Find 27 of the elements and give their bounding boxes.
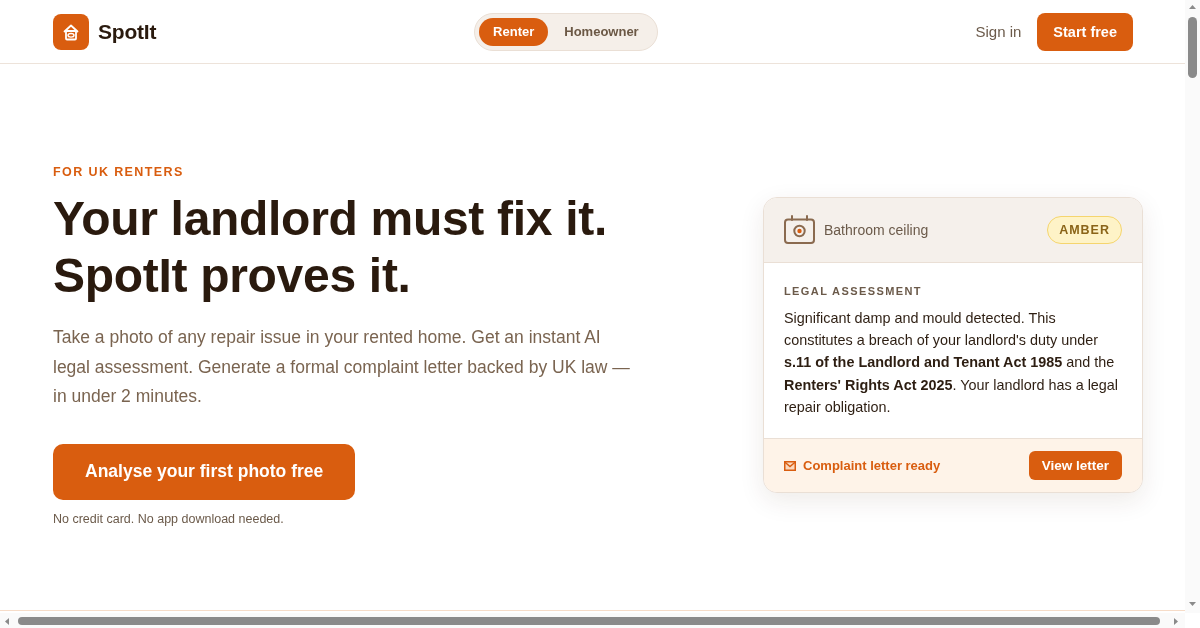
start-free-button[interactable]: Start free	[1037, 12, 1133, 51]
hero-description: Take a photo of any repair issue in your rented home. Get an instant AI legal assessment. Generate a formal complaint letter backed by UK law — in under 2 minutes.	[53, 326, 631, 409]
audience-tab[interactable]: Homeowner	[550, 17, 653, 46]
scroll-left-arrow-icon[interactable]	[3, 616, 12, 625]
section-label: LEGAL ASSESSMENT	[784, 283, 923, 299]
sign-in-link[interactable]: Sign in	[975, 23, 1022, 40]
hero-headline: Your landlord must fix it. SpotIt proves it.	[53, 191, 607, 305]
scroll-up-arrow-icon[interactable]	[1188, 3, 1197, 11]
view-letter-button[interactable]: View letter	[1028, 451, 1122, 481]
eyebrow-label: FOR UK RENTERS	[53, 164, 184, 181]
scrollbar-thumb[interactable]	[18, 616, 1160, 625]
audience-tab[interactable]: Renter	[479, 17, 549, 46]
letter-status: Complaint letter ready	[803, 458, 942, 474]
assessment-text: Significant damp and mould detected. This constitutes a breach of your landlord's duty under s.11 of the Landlord and Tenant Act 1985 and the Renters' Rights Act 2025. Your landlord has a legal repair obligation.	[784, 308, 1120, 417]
severity-badge: AMBER	[1047, 215, 1122, 244]
analyse-photo-button[interactable]: Analyse your first photo free	[53, 443, 356, 500]
brand-name: SpotIt	[98, 19, 157, 44]
scroll-right-arrow-icon[interactable]	[1172, 616, 1181, 625]
horizontal-scrollbar[interactable]	[0, 613, 1185, 628]
envelope-icon	[784, 460, 796, 471]
scrollbar-thumb[interactable]	[1188, 17, 1197, 78]
location-label: Bathroom ceiling	[824, 221, 930, 238]
scroll-down-arrow-icon[interactable]	[1188, 600, 1197, 608]
camera-icon	[784, 215, 815, 245]
house-icon	[53, 13, 89, 50]
hero-note: No credit card. No app download needed.	[53, 511, 284, 526]
vertical-scrollbar[interactable]	[1185, 0, 1200, 613]
